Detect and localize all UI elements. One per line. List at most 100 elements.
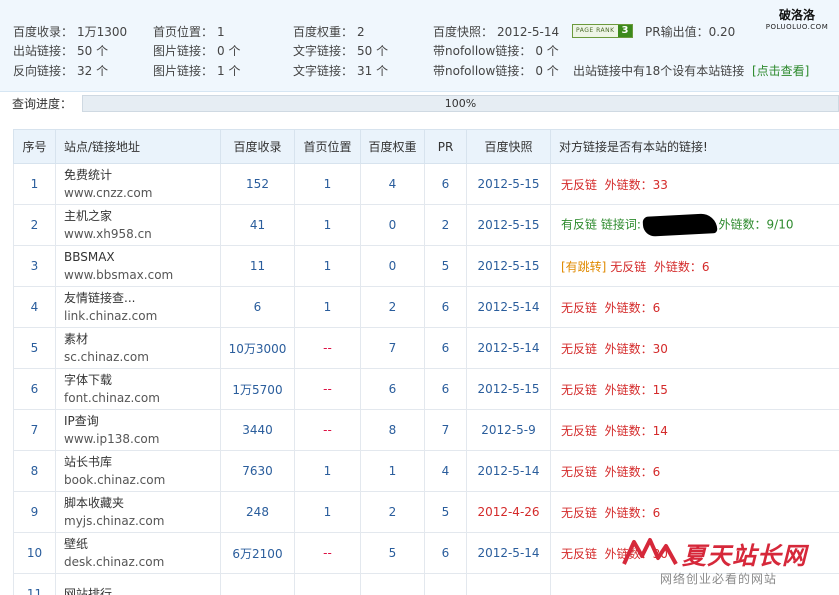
pr-cell: 5 bbox=[424, 245, 467, 287]
logo-title: 破洛洛 bbox=[778, 8, 815, 22]
site-url-link[interactable]: desk.chinaz.com bbox=[64, 553, 220, 571]
backlink-status: 有反链 bbox=[561, 217, 598, 232]
stat-label: 反向链接： bbox=[13, 64, 74, 78]
site-url-link[interactable]: www.ip138.com bbox=[64, 430, 220, 448]
baidu-weight-cell: 5 bbox=[360, 532, 425, 574]
site-name-link[interactable]: BBSMAX bbox=[64, 248, 220, 266]
outbound-nofollow-stat: 带nofollow链接： 0 个 bbox=[433, 42, 559, 60]
snapshot-date-cell: 2012-5-15 bbox=[466, 368, 551, 410]
baidu-index-cell: 152 bbox=[220, 163, 295, 205]
stat-label: 图片链接： bbox=[153, 64, 214, 78]
external-link-count: 外链数：30 bbox=[604, 341, 668, 356]
baidu-weight-cell: 2 bbox=[360, 491, 425, 533]
stat-value: 2012-5-14 bbox=[497, 25, 560, 39]
baidu-index-stat: 百度收录： 1万1300 bbox=[13, 23, 127, 41]
outbound-note: 出站链接中有18个设有本站链接 bbox=[573, 64, 745, 78]
site-url-link[interactable]: www.cnzz.com bbox=[64, 184, 220, 202]
backlink-text-links-stat: 文字链接： 31 个 bbox=[293, 62, 388, 80]
site-url-link[interactable]: link.chinaz.com bbox=[64, 307, 220, 325]
pr-cell: 4 bbox=[424, 450, 467, 492]
snapshot-date-cell: 2012-5-14 bbox=[466, 286, 551, 328]
outbound-links-stat: 出站链接： 50 个 bbox=[13, 42, 108, 60]
site-name-link[interactable]: 友情链接查... bbox=[64, 289, 220, 307]
baidu-weight-cell: 0 bbox=[360, 204, 425, 246]
table-row: 4 友情链接查... link.chinaz.com 6 1 2 6 2012-5-14 无反链… bbox=[13, 286, 839, 328]
stat-value: 1万1300 bbox=[77, 25, 128, 39]
pr-cell: 2 bbox=[424, 204, 467, 246]
site-cell: 脚本收藏夹 myjs.chinaz.com bbox=[55, 491, 221, 533]
row-index: 8 bbox=[13, 450, 56, 492]
home-position-cell: 1 bbox=[294, 245, 361, 287]
logo-domain: POLUOLUO.COM bbox=[765, 23, 829, 31]
row-index: 11 bbox=[13, 573, 56, 595]
pr-cell: 6 bbox=[424, 286, 467, 328]
site-url-link[interactable]: sc.chinaz.com bbox=[64, 348, 220, 366]
col-header-index: 序号 bbox=[13, 129, 56, 164]
stat-value: 2 bbox=[357, 25, 365, 39]
snapshot-date-cell: 2012-5-9 bbox=[466, 409, 551, 451]
external-link-count: 外链数：14 bbox=[604, 423, 668, 438]
stat-value: 0 个 bbox=[535, 44, 559, 58]
table-row: 8 站长书库 book.chinaz.com 7630 1 1 4 2012-5-14 无反链 … bbox=[13, 450, 839, 492]
stat-value: 1 个 bbox=[217, 64, 241, 78]
baidu-weight-cell: 7 bbox=[360, 327, 425, 369]
backlink-status-cell: 无反链 外链数：6 bbox=[550, 286, 839, 328]
row-index: 4 bbox=[13, 286, 56, 328]
baidu-index-cell: 10万3000 bbox=[220, 327, 295, 369]
snapshot-date-cell: 2012-4-26 bbox=[466, 491, 551, 533]
redirect-flag: [有跳转] bbox=[561, 259, 607, 274]
site-name-link[interactable]: 免费统计 bbox=[64, 166, 220, 184]
backlink-image-links-stat: 图片链接： 1 个 bbox=[153, 62, 240, 80]
stat-value: 32 个 bbox=[77, 64, 109, 78]
site-name-link[interactable]: 网站排行 bbox=[64, 585, 220, 595]
stat-value: 1 bbox=[217, 25, 225, 39]
col-header-snapshot: 百度快照 bbox=[466, 129, 551, 164]
baidu-weight-cell: 2 bbox=[360, 286, 425, 328]
site-name-link[interactable]: 站长书库 bbox=[64, 453, 220, 471]
backlink-status: 无反链 bbox=[561, 341, 598, 356]
site-name-link[interactable]: IP查询 bbox=[64, 412, 220, 430]
site-watermark: 夏天站长网 网络创业必看的网站 bbox=[620, 532, 839, 595]
site-name-link[interactable]: 字体下载 bbox=[64, 371, 220, 389]
baidu-weight-cell bbox=[360, 573, 425, 595]
col-header-backlink-check: 对方链接是否有本站的链接! bbox=[550, 129, 839, 164]
external-link-count: 外链数：9/10 bbox=[718, 217, 794, 232]
home-position-stat: 首页位置： 1 bbox=[153, 23, 225, 41]
baidu-weight-cell: 0 bbox=[360, 245, 425, 287]
backlink-status: 无反链 bbox=[561, 177, 598, 192]
site-url-link[interactable]: www.xh958.cn bbox=[64, 225, 220, 243]
table-row: 5 素材 sc.chinaz.com 10万3000 -- 7 6 2012-5-14 无反链 … bbox=[13, 327, 839, 369]
site-url-link[interactable]: myjs.chinaz.com bbox=[64, 512, 220, 530]
site-url-link[interactable]: font.chinaz.com bbox=[64, 389, 220, 407]
external-link-count: 外链数：6 bbox=[604, 300, 661, 315]
stat-label: 百度快照： bbox=[433, 25, 494, 39]
pagerank-badge: PAGE RANK 3 bbox=[572, 24, 633, 38]
site-url-link[interactable]: book.chinaz.com bbox=[64, 471, 220, 489]
site-cell: 友情链接查... link.chinaz.com bbox=[55, 286, 221, 328]
site-url-link[interactable]: www.bbsmax.com bbox=[64, 266, 220, 284]
row-index: 2 bbox=[13, 204, 56, 246]
site-name-link[interactable]: 主机之家 bbox=[64, 207, 220, 225]
view-details-link[interactable]: [点击查看] bbox=[752, 62, 809, 80]
backlink-status-cell: [有跳转] 无反链 外链数：6 bbox=[550, 245, 839, 287]
stat-label: 出站链接： bbox=[13, 44, 74, 58]
summary-panel: 百度收录： 1万1300 首页位置： 1 百度权重： 2 百度快照： 2012-5-14… bbox=[0, 0, 839, 92]
home-position-cell: 1 bbox=[294, 286, 361, 328]
backlink-nofollow-stat: 带nofollow链接： 0 个 bbox=[433, 62, 559, 80]
baidu-index-cell: 3440 bbox=[220, 409, 295, 451]
home-position-cell: 1 bbox=[294, 204, 361, 246]
baidu-index-cell: 11 bbox=[220, 245, 295, 287]
col-header-pr: PR bbox=[424, 129, 467, 164]
stat-value: 0 个 bbox=[535, 64, 559, 78]
home-position-cell: -- bbox=[294, 409, 361, 451]
backlink-status-cell: 无反链 外链数：14 bbox=[550, 409, 839, 451]
site-name-link[interactable]: 壁纸 bbox=[64, 535, 220, 553]
site-name-link[interactable]: 素材 bbox=[64, 330, 220, 348]
home-position-cell: -- bbox=[294, 327, 361, 369]
poluoluo-logo: 破洛洛 POLUOLUO.COM bbox=[762, 8, 832, 32]
pagerank-badge-label: PAGE RANK bbox=[576, 27, 615, 34]
baidu-snapshot-stat: 百度快照： 2012-5-14 bbox=[433, 23, 559, 41]
row-index: 7 bbox=[13, 409, 56, 451]
site-name-link[interactable]: 脚本收藏夹 bbox=[64, 494, 220, 512]
baidu-index-cell: 41 bbox=[220, 204, 295, 246]
